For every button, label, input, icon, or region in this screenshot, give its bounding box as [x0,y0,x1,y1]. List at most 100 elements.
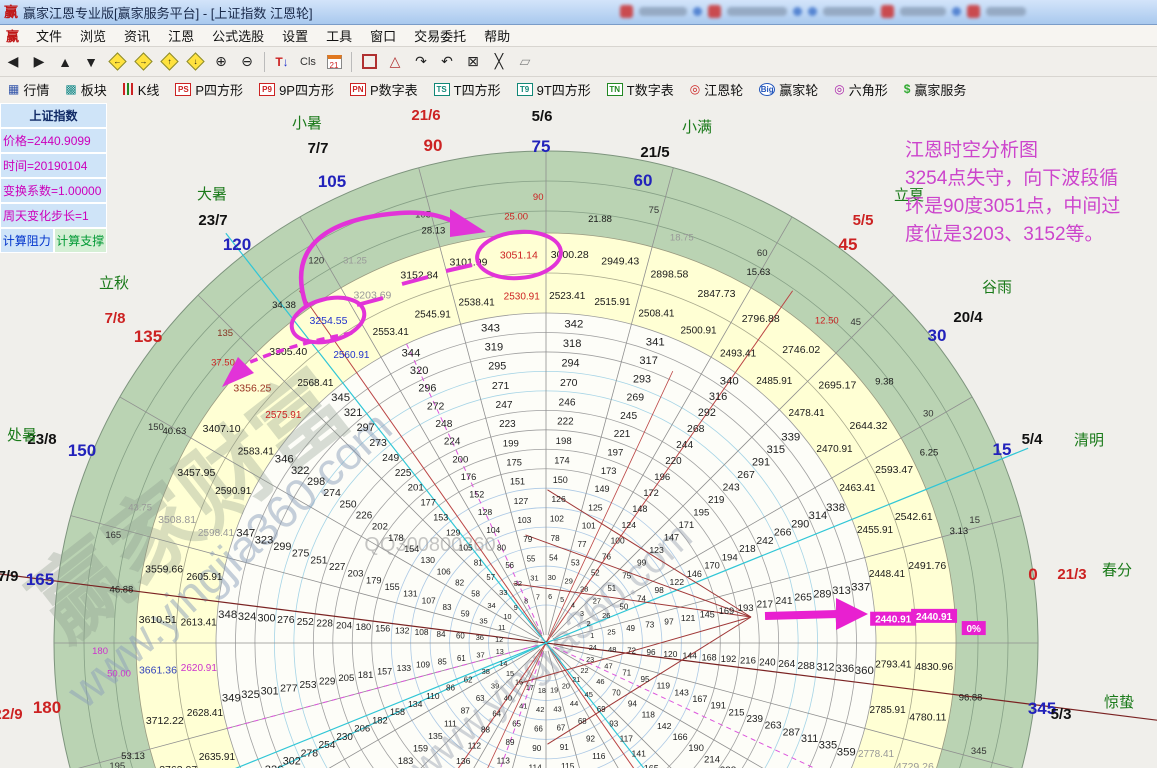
cls-icon[interactable]: Cls [295,50,321,74]
svg-text:3.13: 3.13 [950,526,969,537]
svg-text:196: 196 [654,472,670,483]
svg-text:158: 158 [390,707,405,717]
svg-text:200: 200 [452,454,468,465]
svg-text:289: 289 [813,588,831,600]
svg-text:47: 47 [604,662,612,671]
rotate-ccw-icon[interactable]: ↶ [434,50,460,74]
svg-text:136: 136 [456,756,471,766]
svg-text:2778.41: 2778.41 [858,749,895,760]
svg-text:惊蛰: 惊蛰 [1104,694,1134,711]
diamond-right-icon[interactable]: → [130,50,156,74]
svg-text:37.50: 37.50 [211,358,235,369]
rotate-cw-icon[interactable]: ↷ [408,50,434,74]
menu-item-7[interactable]: 工具 [317,26,361,45]
svg-text:90: 90 [533,192,544,203]
svg-text:45: 45 [851,317,862,328]
svg-text:341: 341 [646,337,665,349]
center-cross-icon[interactable]: ╳ [486,50,512,74]
diamond-left-icon[interactable]: ← [104,50,130,74]
svg-text:299: 299 [273,541,291,553]
svg-text:21.88: 21.88 [588,214,612,225]
svg-text:2949.43: 2949.43 [601,256,639,268]
down-icon[interactable]: ▼ [78,50,104,74]
module-button-dollar[interactable]: $赢家服务 [896,78,975,100]
svg-text:54: 54 [549,553,558,562]
menu-item-8[interactable]: 窗口 [361,26,405,45]
module-button-PN[interactable]: PNP数字表 [342,78,426,100]
svg-text:193: 193 [738,603,754,614]
svg-text:15: 15 [993,440,1012,459]
svg-text:135: 135 [428,731,443,741]
svg-text:0%: 0% [967,624,982,635]
svg-text:2796.88: 2796.88 [742,313,780,325]
box-x-icon[interactable]: ⊠ [460,50,486,74]
svg-text:170: 170 [704,561,720,571]
diamond-down-icon[interactable]: ↓ [182,50,208,74]
module-button-hex[interactable]: ◎六角形 [826,78,896,100]
forward-icon[interactable]: ▶ [26,50,52,74]
svg-text:95: 95 [641,675,651,684]
svg-text:198: 198 [556,436,572,447]
t-updown-icon[interactable]: T↓ [269,50,295,74]
menu-item-2[interactable]: 浏览 [71,26,115,45]
svg-text:2593.47: 2593.47 [875,464,913,476]
menu-item-3[interactable]: 资讯 [115,26,159,45]
menu-item-10[interactable]: 帮助 [475,26,519,45]
module-button-PS[interactable]: PSP四方形 [167,78,251,100]
menu-item-1[interactable]: 文件 [27,26,71,45]
svg-text:179: 179 [366,575,382,585]
menu-item-5[interactable]: 公式选股 [203,26,273,45]
module-button-kline[interactable]: K线 [115,78,168,100]
calc-resistance-button[interactable]: 计算阻力 [0,228,54,253]
svg-text:30: 30 [923,408,934,419]
svg-text:58: 58 [471,590,480,599]
svg-text:131: 131 [403,589,418,599]
svg-text:23/7: 23/7 [198,212,227,229]
module-button-TN[interactable]: TNT数字表 [599,78,682,100]
svg-text:2575.91: 2575.91 [265,410,302,421]
svg-text:201: 201 [408,483,424,494]
menu-item-9[interactable]: 交易委托 [405,26,475,45]
svg-text:178: 178 [388,533,404,543]
module-button-grid[interactable]: ▦行情 [0,78,57,100]
svg-text:154: 154 [404,544,419,554]
svg-text:立秋: 立秋 [99,275,129,292]
svg-text:239: 239 [747,714,764,725]
svg-text:343: 343 [481,322,500,334]
calendar-icon[interactable]: 21 [321,50,347,74]
module-button-big[interactable]: Big赢家轮 [751,78,826,100]
eraser-icon[interactable]: ▱ [512,50,538,74]
menu-item-4[interactable]: 江恩 [159,26,203,45]
svg-text:177: 177 [420,498,436,508]
svg-text:25.00: 25.00 [504,212,528,223]
svg-text:91: 91 [560,743,570,752]
svg-text:104: 104 [486,525,500,535]
diamond-up-icon[interactable]: ↑ [156,50,182,74]
svg-text:132: 132 [395,625,410,635]
zoom-in-icon[interactable]: ⊕ [208,50,234,74]
svg-text:204: 204 [336,620,353,631]
svg-text:275: 275 [292,548,310,560]
up-icon[interactable]: ▲ [52,50,78,74]
module-button-blocks[interactable]: ▩板块 [57,78,114,100]
module-button-P9[interactable]: P99P四方形 [251,78,342,100]
svg-text:323: 323 [255,534,274,546]
svg-text:85: 85 [438,657,448,666]
module-button-T9[interactable]: T99T四方形 [509,78,599,100]
calc-support-button[interactable]: 计算支撑 [54,228,108,253]
title-bar: 赢 赢家江恩专业版[赢家服务平台] - [上证指数 江恩轮] [0,0,1157,25]
svg-text:254: 254 [318,740,335,751]
module-button-target[interactable]: ◎江恩轮 [682,78,752,100]
menu-item-6[interactable]: 设置 [273,26,317,45]
back-icon[interactable]: ◀ [0,50,26,74]
svg-text:182: 182 [372,715,388,725]
module-button-TS[interactable]: TST四方形 [426,78,509,100]
svg-text:194: 194 [722,552,739,563]
zoom-out-icon[interactable]: ⊖ [234,50,260,74]
svg-text:181: 181 [358,670,374,680]
svg-text:180: 180 [92,646,108,657]
svg-text:谷雨: 谷雨 [982,279,1012,296]
svg-text:149: 149 [595,484,610,494]
red-triangle-icon[interactable]: △ [382,50,408,74]
red-square-icon[interactable] [356,50,382,74]
